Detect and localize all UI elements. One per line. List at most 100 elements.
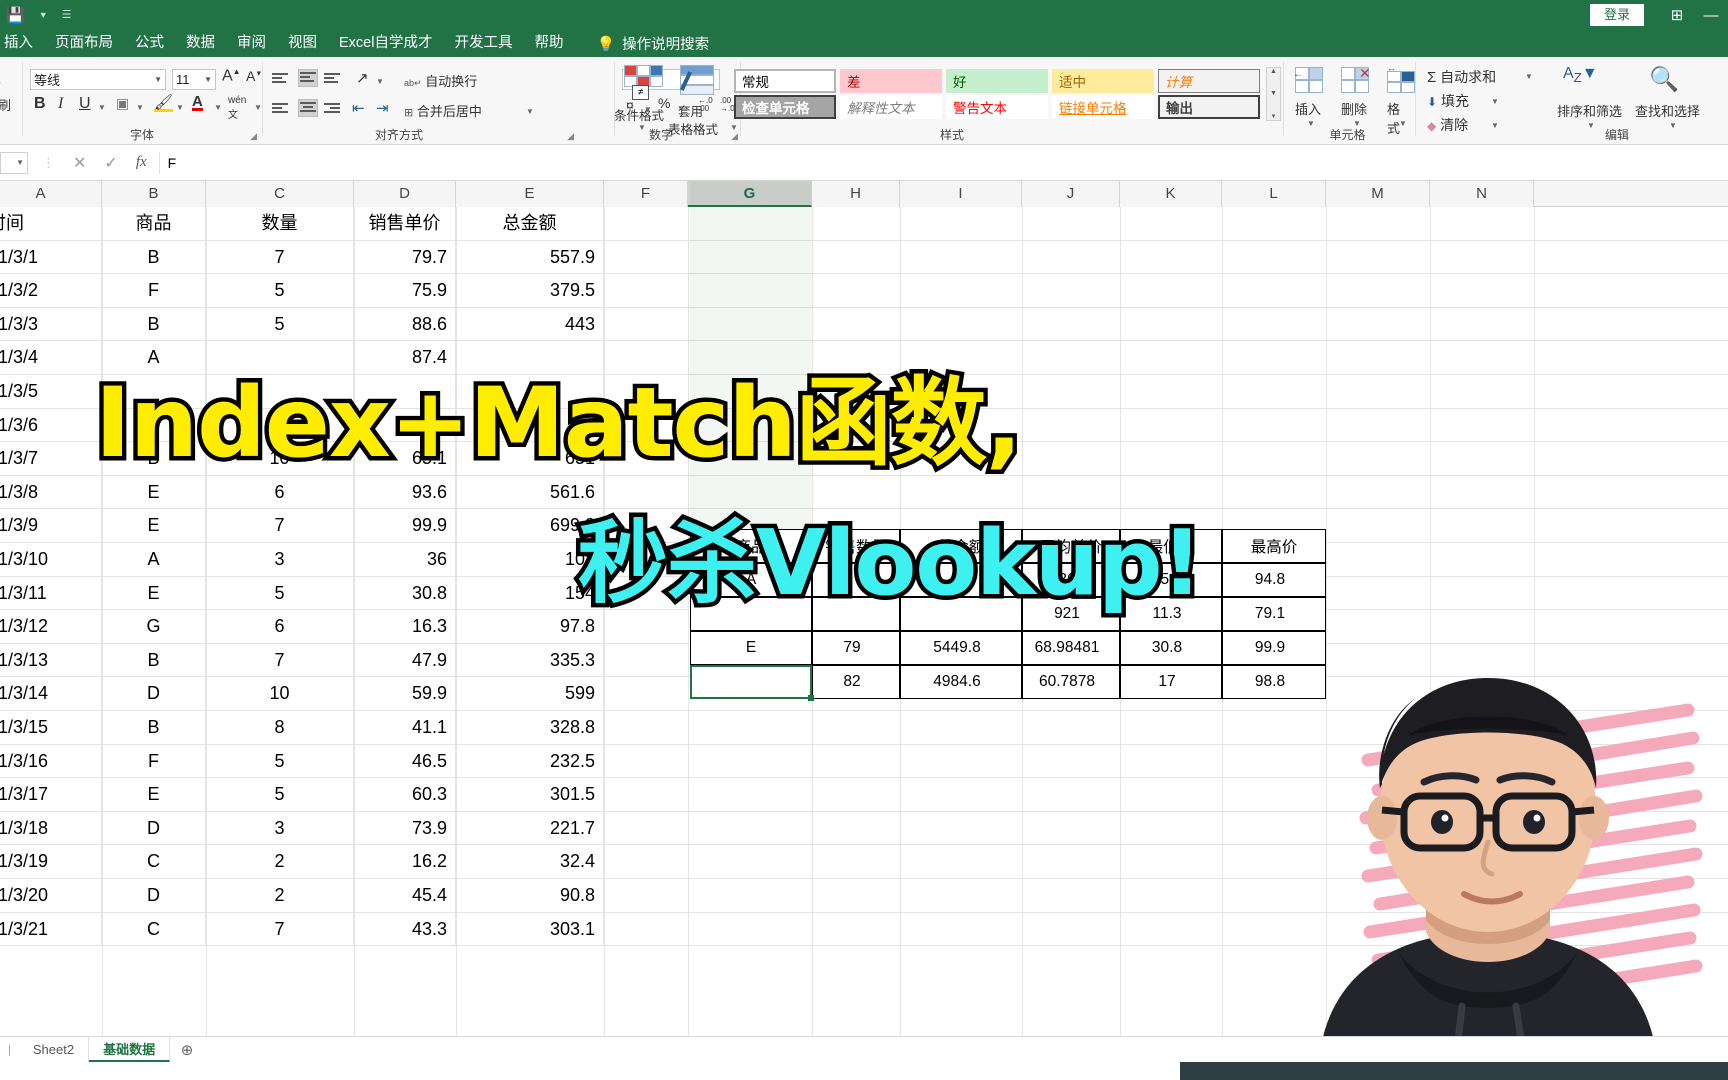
data-cell[interactable]: 443 [456, 307, 604, 342]
data-cell[interactable]: F [102, 274, 206, 308]
decrease-indent-icon[interactable]: ⇤ [352, 99, 365, 117]
column-header-G[interactable]: G [688, 181, 812, 207]
data-cell[interactable]: 99.9 [354, 509, 456, 543]
format-as-table-label-1[interactable]: 套用 [678, 101, 703, 120]
decrease-font-size-icon[interactable]: A▼ [246, 68, 262, 84]
column-title-cell[interactable]: 数量 [206, 207, 354, 241]
column-header-M[interactable]: M [1326, 181, 1430, 207]
data-cell[interactable]: 21/3/20 [0, 879, 102, 913]
lookup-data-cell[interactable] [690, 665, 812, 699]
data-cell[interactable]: C [102, 912, 206, 946]
column-header-J[interactable]: J [1022, 181, 1120, 207]
sheet-tab-1[interactable]: 基础数据 [89, 1037, 171, 1062]
lookup-data-cell[interactable]: 98.8 [1222, 665, 1326, 699]
font-color-icon[interactable]: A [192, 93, 203, 111]
data-cell[interactable] [456, 341, 604, 375]
data-cell[interactable]: 90.8 [456, 879, 604, 913]
name-box[interactable]: ▼ [0, 151, 28, 174]
data-cell[interactable]: 303.1 [456, 912, 604, 946]
column-header-D[interactable]: D [354, 181, 456, 207]
data-cell[interactable]: 651 [456, 442, 604, 476]
data-cell[interactable]: 6 [206, 475, 354, 510]
minimize-window-icon[interactable]: — [1694, 7, 1728, 24]
data-cell[interactable]: D [102, 811, 206, 846]
lookup-data-cell[interactable]: E [690, 631, 812, 665]
align-top-button[interactable] [272, 71, 292, 89]
data-cell[interactable]: 379.5 [456, 274, 604, 308]
lookup-data-cell[interactable]: 11.3 [1120, 597, 1222, 631]
format-painter-label[interactable]: 刷 [0, 95, 11, 114]
column-title-cell[interactable]: 总金额 [456, 207, 604, 241]
data-cell[interactable]: 46.5 [354, 744, 456, 778]
chevron-down-icon[interactable]: ▼ [254, 103, 262, 112]
align-left-button[interactable] [272, 101, 292, 119]
data-cell[interactable]: 154 [456, 576, 604, 610]
data-cell[interactable]: 21/3/16 [0, 744, 102, 778]
align-middle-button[interactable] [298, 69, 318, 87]
conditional-formatting-icon[interactable]: ≠ [624, 65, 664, 101]
data-cell[interactable]: 7 [206, 643, 354, 678]
ribbon-tab-2[interactable]: 公式 [124, 30, 175, 57]
lookup-data-cell[interactable]: 15.8 [1120, 563, 1222, 597]
cell-style-calc[interactable]: 计算 [1158, 69, 1260, 93]
data-cell[interactable]: 21/3/12 [0, 610, 102, 644]
chevron-down-icon[interactable]: ▼ [526, 107, 534, 116]
fill-handle[interactable] [808, 695, 814, 701]
data-cell[interactable]: 7 [206, 912, 354, 946]
ribbon-tab-7[interactable]: 开发工具 [443, 30, 523, 57]
data-cell[interactable]: E [102, 509, 206, 543]
data-cell[interactable]: 7 [206, 240, 354, 274]
cell-style-explain[interactable]: 解释性文本 [840, 95, 942, 119]
data-cell[interactable]: 301.5 [456, 778, 604, 812]
data-cell[interactable]: 10 [206, 442, 354, 476]
cell-style-normal[interactable]: 常规 [734, 69, 836, 93]
data-cell[interactable]: 3 [206, 543, 354, 577]
italic-button[interactable]: I [58, 95, 63, 113]
data-cell[interactable]: 65.1 [354, 442, 456, 476]
ribbon-tab-5[interactable]: 视图 [277, 30, 328, 57]
cell-style-output[interactable]: 输出 [1158, 95, 1260, 119]
scroll-up-icon[interactable]: ▲ [1270, 68, 1277, 75]
cell-style-good[interactable]: 好 [946, 69, 1048, 93]
data-cell[interactable]: B [102, 240, 206, 274]
data-cell[interactable]: 21/3/6 [0, 408, 102, 442]
data-cell[interactable] [456, 408, 604, 442]
data-cell[interactable]: E [102, 576, 206, 610]
data-cell[interactable]: 21/3/7 [0, 442, 102, 476]
conditional-formatting-label[interactable]: 条件格式 [614, 105, 664, 124]
styles-gallery-scrollbar[interactable]: ▲ ▼ ▾ [1266, 67, 1281, 121]
data-cell[interactable]: 2 [206, 845, 354, 879]
formula-input[interactable]: F [158, 151, 1728, 174]
ribbon-tab-6[interactable]: Excel自学成才 [328, 30, 443, 57]
customize-quick-access-icon[interactable]: ▼ [39, 10, 48, 20]
column-header-I[interactable]: I [900, 181, 1022, 207]
borders-icon[interactable]: ▣ [116, 95, 129, 112]
data-cell[interactable] [206, 375, 354, 409]
lookup-data-cell[interactable]: 4984.6 [900, 665, 1022, 699]
data-cell[interactable]: 73.9 [354, 811, 456, 846]
align-right-button[interactable] [324, 101, 344, 119]
data-cell[interactable]: 21/3/21 [0, 912, 102, 946]
font-family-combo[interactable]: 等线 ▼ [30, 69, 166, 90]
sheet-tab-0[interactable]: Sheet2 [19, 1037, 90, 1062]
data-cell[interactable]: 32.4 [456, 845, 604, 879]
lookup-data-cell[interactable]: 1364 [1022, 563, 1120, 597]
data-cell[interactable]: 5 [206, 744, 354, 778]
lookup-data-cell[interactable]: 68.98481 [1022, 631, 1120, 665]
lookup-data-cell[interactable]: A [690, 563, 812, 597]
data-cell[interactable]: 16.2 [354, 845, 456, 879]
data-cell[interactable]: A [102, 341, 206, 375]
data-cell[interactable]: 21/3/5 [0, 375, 102, 409]
data-cell[interactable]: 21/3/9 [0, 509, 102, 543]
data-cell[interactable]: 21/3/18 [0, 811, 102, 846]
data-cell[interactable]: 108 [456, 543, 604, 577]
ribbon-tab-8[interactable]: 帮助 [523, 30, 574, 57]
data-cell[interactable]: 21/3/1 [0, 240, 102, 274]
column-title-cell[interactable]: 销售单价 [354, 207, 456, 241]
lookup-header-cell[interactable]: 最高价 [1222, 529, 1326, 563]
data-cell[interactable]: F [102, 744, 206, 778]
data-cell[interactable]: 5 [206, 778, 354, 812]
align-bottom-button[interactable] [324, 71, 344, 89]
data-cell[interactable]: 5 [206, 307, 354, 342]
data-cell[interactable]: 21/3/14 [0, 677, 102, 711]
